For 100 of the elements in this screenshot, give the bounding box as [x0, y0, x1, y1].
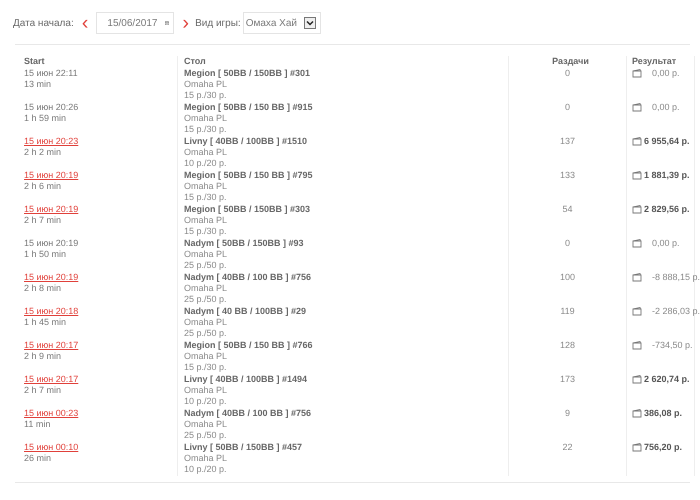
result-amount: 0,00 р. — [651, 68, 680, 79]
wallet-icon — [632, 136, 642, 146]
game-type: Omaha PL — [184, 453, 228, 464]
stakes: 10 р./20 р. — [184, 158, 227, 169]
table-name: Megion [ 50BB / 150 BB ] #795 — [184, 170, 313, 181]
duration: 2 h 2 min — [24, 147, 62, 158]
result-amount: -8 888,15 р. — [651, 272, 700, 283]
game-type: Omaha PL — [184, 419, 228, 430]
result-amount: 6 955,64 р. — [644, 136, 690, 147]
result-amount: 0,00 р. — [651, 102, 680, 113]
stakes: 25 р./50 р. — [184, 294, 227, 305]
hands-count: 0 — [564, 68, 570, 80]
table-name: Livny [ 40BB / 100BB ] #1494 — [184, 374, 308, 385]
hands-count: 100 — [560, 272, 576, 284]
hands-count: 0 — [564, 102, 570, 114]
game-type: Omaha PL — [184, 79, 228, 90]
wallet-icon — [632, 442, 642, 452]
table-name: Nadym [ 40 BB / 100BB ] #29 — [184, 306, 306, 317]
wallet-icon — [632, 408, 642, 418]
game-label: Вид игры: — [195, 16, 241, 30]
start-time: 15 июн 22:11 — [24, 68, 78, 79]
stakes: 15 р./30 р. — [184, 362, 227, 373]
start-time-link[interactable]: 15 июн 20:19 — [24, 170, 78, 181]
column-header: Результат — [632, 56, 676, 66]
game-type: Omaha PL — [184, 113, 228, 124]
dropdown-icon[interactable] — [304, 17, 316, 29]
start-time-link[interactable]: 15 июн 00:23 — [24, 408, 78, 419]
duration: 26 min — [24, 453, 52, 464]
stakes: 25 р./50 р. — [184, 260, 227, 271]
game-type: Omaha PL — [184, 147, 228, 158]
duration: 1 h 59 min — [24, 113, 66, 124]
table-name: Megion [ 50BB / 150 BB ] #766 — [184, 340, 313, 351]
stakes: 15 р./30 р. — [184, 124, 227, 135]
table-name: Livny [ 40BB / 100BB ] #1510 — [184, 136, 308, 147]
start-time-link[interactable]: 15 июн 20:23 — [24, 136, 78, 147]
result-amount: 2 620,74 р. — [644, 374, 690, 385]
game-select[interactable]: Омаха Хай — [242, 12, 321, 34]
result-amount: 0,00 р. — [651, 238, 680, 249]
table-name: Nadym [ 40BB / 100 BB ] #756 — [184, 272, 312, 283]
result-amount: 756,20 р. — [644, 442, 682, 453]
start-time-link[interactable]: 15 июн 20:18 — [24, 306, 78, 317]
column-header: Стол — [184, 56, 206, 66]
previous-button[interactable]: ‹ — [80, 13, 90, 33]
start-time-link[interactable]: 15 июн 20:19 — [24, 272, 78, 283]
duration: 11 min — [24, 419, 50, 430]
wallet-icon — [632, 306, 642, 316]
stakes: 15 р./30 р. — [184, 192, 227, 203]
duration: 1 h 50 min — [24, 249, 66, 260]
hands-count: 173 — [560, 374, 576, 386]
start-time: 15 июн 20:19 — [24, 238, 78, 249]
start-time-link[interactable]: 15 июн 00:10 — [24, 442, 78, 453]
table-name: Nadym [ 40BB / 100 BB ] #756 — [184, 408, 312, 419]
start-time: 15 июн 20:26 — [24, 102, 78, 113]
wallet-icon — [632, 68, 642, 78]
date-label: Дата начала: — [13, 16, 74, 30]
hands-count: 137 — [560, 136, 576, 148]
result-amount: -2 286,03 р. — [651, 306, 700, 317]
wallet-icon — [632, 204, 642, 214]
result-amount: 1 881,39 р. — [644, 170, 690, 181]
column-header: Start — [24, 56, 45, 66]
next-button[interactable]: › — [180, 13, 192, 33]
duration: 2 h 7 min — [24, 385, 62, 396]
game-type: Omaha PL — [184, 385, 228, 396]
table-name: Megion [ 50BB / 150BB ] #303 — [184, 204, 310, 215]
start-time-link[interactable]: 15 июн 20:19 — [24, 204, 78, 215]
duration: 13 min — [24, 79, 52, 90]
wallet-icon — [632, 170, 642, 180]
duration: 2 h 9 min — [24, 351, 62, 362]
stakes: 25 р./50 р. — [184, 430, 227, 441]
hands-count: 128 — [560, 340, 576, 352]
table-name: Livny [ 50BB / 150BB ] #457 — [184, 442, 302, 453]
duration: 2 h 7 min — [24, 215, 62, 226]
game-type: Omaha PL — [184, 283, 228, 294]
game-type: Omaha PL — [184, 351, 228, 362]
game-type: Omaha PL — [184, 317, 228, 328]
wallet-icon — [632, 340, 642, 350]
game-type: Omaha PL — [184, 215, 228, 226]
start-time-link[interactable]: 15 июн 20:17 — [24, 374, 78, 385]
stakes: 15 р./30 р. — [184, 226, 227, 237]
game-type: Omaha PL — [184, 249, 228, 260]
wallet-icon — [632, 238, 642, 248]
hands-count: 22 — [562, 442, 572, 454]
result-amount: -734,50 р. — [651, 340, 693, 351]
stakes: 10 р./20 р. — [184, 464, 227, 475]
table-name: Megion [ 50BB / 150 BB ] #915 — [184, 102, 313, 113]
result-amount: 2 829,56 р. — [644, 204, 690, 215]
hands-count: 119 — [560, 306, 575, 318]
hands-count: 9 — [564, 408, 570, 420]
duration: 2 h 6 min — [24, 181, 62, 192]
wallet-icon — [632, 102, 642, 112]
duration: 1 h 45 min — [24, 317, 66, 328]
date-field[interactable]: 15/06/2017 — [96, 12, 174, 34]
duration: 2 h 8 min — [24, 283, 62, 294]
stakes: 25 р./50 р. — [184, 328, 227, 339]
start-time-link[interactable]: 15 июн 20:17 — [24, 340, 78, 351]
table-name: Megion [ 50BB / 150BB ] #301 — [184, 68, 310, 79]
hands-count: 133 — [560, 170, 576, 182]
stakes: 15 р./30 р. — [184, 90, 227, 101]
game-type: Omaha PL — [184, 181, 228, 192]
wallet-icon — [632, 374, 642, 384]
